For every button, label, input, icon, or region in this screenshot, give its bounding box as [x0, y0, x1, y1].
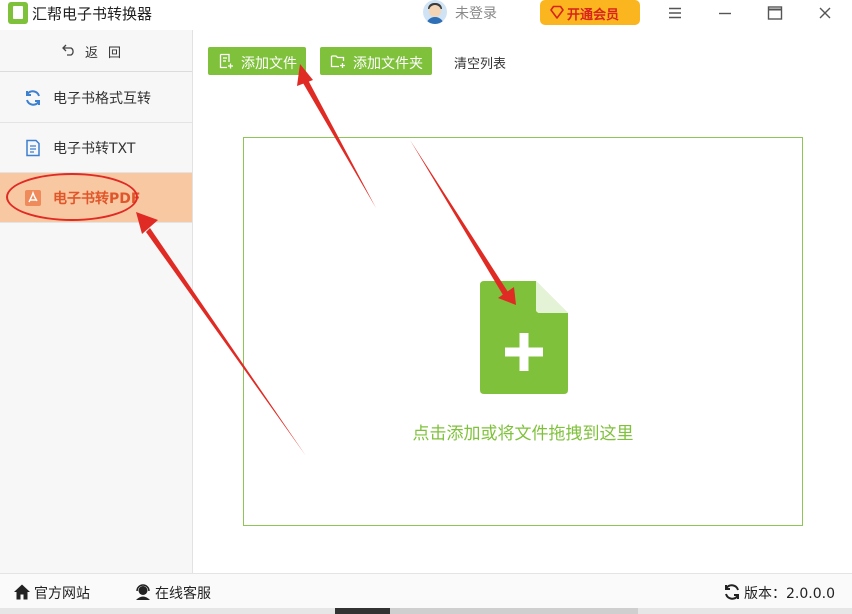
sidebar-item-to-txt[interactable]: 电子书转TXT — [0, 123, 192, 173]
close-button[interactable] — [810, 2, 840, 24]
close-icon — [819, 7, 831, 19]
clear-list-button[interactable]: 清空列表 — [454, 53, 506, 72]
menu-button[interactable] — [660, 2, 690, 24]
maximize-button[interactable] — [760, 2, 790, 24]
add-file-large-icon[interactable] — [480, 281, 568, 394]
update-icon — [725, 584, 739, 600]
user-avatar-icon[interactable] — [423, 0, 447, 24]
sidebar: 返回 电子书格式互转 电子书转TXT 电子书转PDF — [0, 30, 193, 573]
sidebar-item-label: 电子书转TXT — [53, 141, 136, 157]
file-drop-zone[interactable]: 点击添加或将文件拖拽到这里 — [243, 137, 803, 526]
title-bar: 汇帮电子书转换器 未登录 开通会员 — [0, 0, 852, 28]
sidebar-item-format-convert[interactable]: 电子书格式互转 — [0, 73, 192, 123]
back-arrow-icon — [62, 44, 74, 56]
add-file-label: 添加文件 — [241, 56, 297, 72]
menu-icon — [669, 7, 681, 19]
app-title: 汇帮电子书转换器 — [32, 5, 153, 23]
add-folder-button[interactable]: 添加文件夹 — [320, 47, 432, 75]
document-icon — [26, 139, 40, 157]
minimize-icon — [719, 12, 731, 15]
add-folder-icon — [330, 55, 345, 68]
taskbar-strip — [0, 608, 852, 614]
refresh-icon — [26, 90, 40, 106]
headset-icon — [136, 584, 150, 600]
add-file-icon — [219, 53, 233, 69]
website-label: 官方网站 — [34, 586, 90, 602]
maximize-icon — [767, 6, 783, 20]
diamond-icon — [550, 5, 564, 19]
home-icon — [14, 584, 30, 600]
add-folder-label: 添加文件夹 — [353, 56, 423, 72]
app-logo-icon — [8, 2, 28, 24]
minimize-button[interactable] — [710, 2, 740, 24]
service-label: 在线客服 — [155, 586, 211, 602]
version-label: 版本：2.0.0.0 — [744, 586, 835, 602]
vip-label: 开通会员 — [567, 8, 620, 23]
sidebar-item-label: 电子书格式互转 — [53, 91, 151, 107]
vip-button[interactable]: 开通会员 — [540, 0, 640, 25]
add-file-button[interactable]: 添加文件 — [208, 47, 306, 75]
status-bar: 官方网站 在线客服 版本：2.0.0.0 — [0, 573, 852, 608]
drop-hint-text: 点击添加或将文件拖拽到这里 — [412, 424, 634, 444]
annotation-highlight-ellipse — [6, 173, 138, 221]
official-website-link[interactable]: 官方网站 — [13, 582, 93, 602]
app-window: 汇帮电子书转换器 未登录 开通会员 返回 电子书格式互转 电子书转TXT 电子书… — [0, 0, 852, 614]
back-button[interactable]: 返回 — [0, 30, 192, 72]
login-link[interactable]: 未登录 — [455, 3, 497, 23]
version-info[interactable]: 版本：2.0.0.0 — [723, 582, 843, 602]
online-service-link[interactable]: 在线客服 — [134, 582, 214, 602]
back-label: 返回 — [85, 46, 132, 61]
